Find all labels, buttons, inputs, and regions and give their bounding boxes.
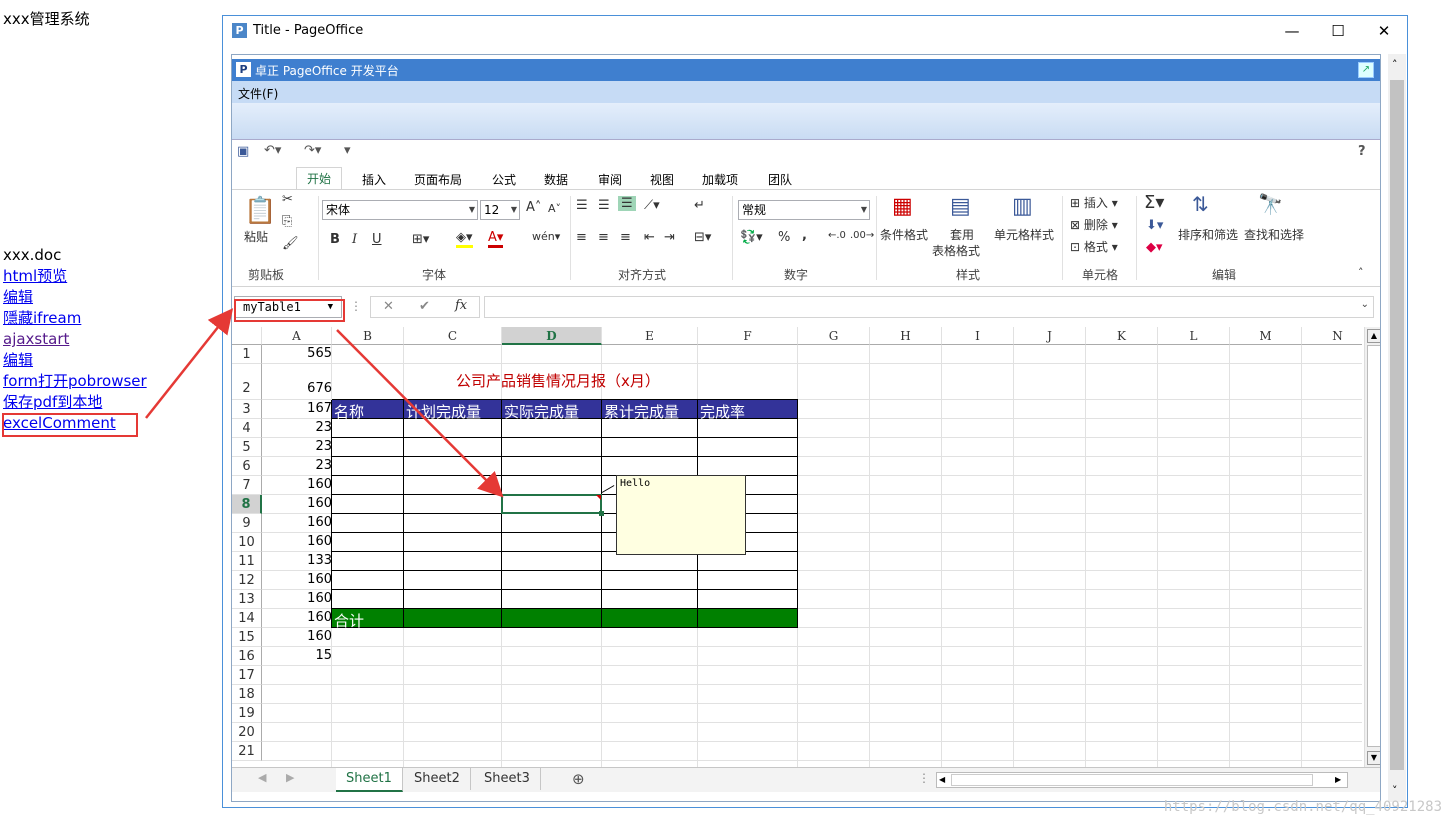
arrow-namebox-to-cell (336, 329, 504, 498)
arrow-link-to-namebox (145, 308, 234, 419)
annotation-arrows (145, 308, 504, 498)
watermark: https://blog.csdn.net/qq_40921283 (1163, 799, 1442, 815)
